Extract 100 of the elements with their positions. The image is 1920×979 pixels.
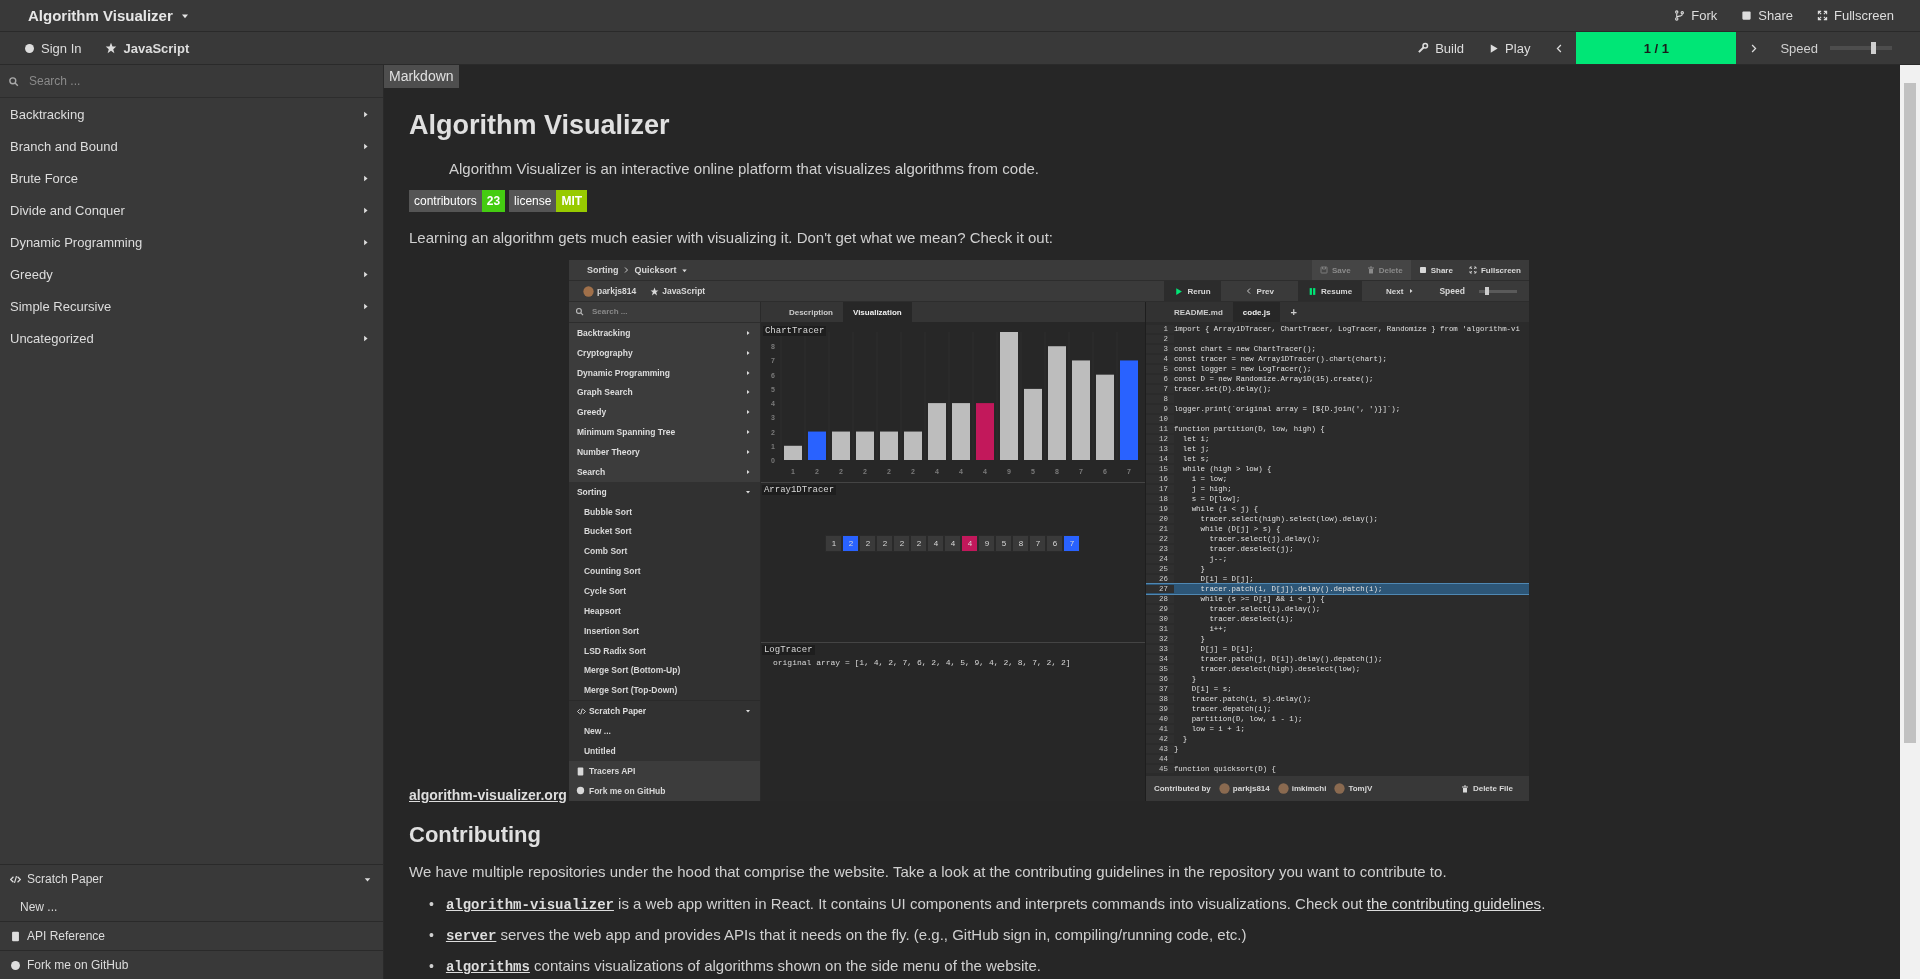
array-cell: 8: [1012, 535, 1030, 552]
view-tab[interactable]: Description: [778, 302, 843, 322]
add-tab-button[interactable]: +: [1280, 302, 1307, 322]
delete-file-button[interactable]: Delete File: [1452, 784, 1521, 793]
category-item[interactable]: Minimum Spanning Tree: [568, 422, 760, 442]
prev-button[interactable]: Prev: [1234, 281, 1284, 301]
circle-icon: [10, 959, 21, 971]
contributor[interactable]: parkjs814: [1218, 783, 1270, 794]
app-title-menu[interactable]: Algorithm Visualizer: [28, 7, 191, 24]
breadcrumb-item[interactable]: Sorting: [586, 265, 619, 275]
algorithm-item[interactable]: Counting Sort: [568, 561, 760, 582]
algorithm-item[interactable]: Cycle Sort: [568, 581, 760, 601]
category-item[interactable]: Cryptography: [568, 342, 760, 363]
file-tab[interactable]: code.js: [1232, 302, 1281, 322]
array-cell: 2: [842, 535, 860, 552]
save-icon: [1320, 266, 1328, 274]
category-item[interactable]: Backtracking: [0, 98, 383, 130]
scratch-item[interactable]: New ...: [0, 893, 383, 921]
category-item[interactable]: Search: [568, 461, 760, 482]
fullscreen-icon: [1817, 10, 1829, 21]
category-item[interactable]: Backtracking: [568, 322, 760, 343]
array-cell: 2: [910, 535, 928, 552]
fork-icon: [1674, 10, 1686, 21]
array-cell: 2: [859, 535, 877, 552]
array-cell: 2: [893, 535, 911, 552]
progress-text: 1 / 1: [1642, 39, 1671, 58]
sign-in-button[interactable]: Sign In: [0, 32, 94, 64]
speed-label: Speed: [1780, 40, 1818, 56]
rerun-button[interactable]: Rerun: [1164, 281, 1221, 301]
code-icon: [10, 873, 21, 885]
array-cell: 4: [961, 535, 979, 552]
array-cell: 4: [944, 535, 962, 552]
log-line: original array = [1, 4, 2, 7, 6, 2, 4, 5, 9, 4, 2, 8, 7, 2, 2]: [771, 657, 1072, 667]
resume-button[interactable]: Resume: [1297, 281, 1363, 301]
book-icon: [10, 930, 21, 942]
chart-title: ChartTracer: [762, 326, 827, 336]
category-item[interactable]: Dynamic Programming: [0, 226, 383, 258]
category-item[interactable]: Uncategorized: [0, 322, 383, 354]
sidebar-link[interactable]: Fork me on GitHub: [0, 951, 383, 979]
algorithm-item[interactable]: Bucket Sort: [568, 521, 760, 542]
array-cell: 2: [876, 535, 894, 552]
repo-description: algorithm-visualizer is a web app written in React. It contains UI components and interprets commands into visualizations. Check out the contributing guidelines.: [445, 894, 1546, 915]
algorithm-item[interactable]: Bubble Sort: [568, 501, 760, 522]
sidebar-link[interactable]: API Reference: [0, 922, 383, 950]
category-item[interactable]: Dynamic Programming: [568, 362, 760, 383]
section-text: We have multiple repositories under the hood that comprise the website. Take a look at the contributing guidelines in the repository you want to contribute to.: [409, 862, 1448, 882]
algorithm-item[interactable]: Comb Sort: [568, 541, 760, 562]
algorithm-item[interactable]: LSD Radix Sort: [568, 640, 760, 661]
avatar-icon: [1277, 783, 1289, 794]
fullscreen-icon: [1468, 266, 1477, 274]
language-button[interactable]: JavaScript: [93, 32, 202, 64]
next-button[interactable]: Next: [1376, 281, 1426, 301]
speed-label: Speed: [1439, 286, 1465, 296]
user-name[interactable]: parkjs814: [582, 285, 637, 297]
scrollbar[interactable]: [1900, 65, 1920, 979]
category-item[interactable]: Sorting: [568, 481, 760, 502]
algorithm-item[interactable]: Heapsort: [568, 600, 760, 621]
tracer-title: Array1DTracer: [761, 485, 837, 495]
repo-description: server serves the web app and provides APIs that it needs on the fly. (e.g., GitHub sign in, compiling/running code, etc.): [445, 925, 1247, 946]
language-label[interactable]: JavaScript: [650, 286, 706, 296]
category-item[interactable]: Graph Search: [568, 382, 760, 403]
repo-link[interactable]: algorithm-visualizer: [445, 897, 614, 913]
build-button[interactable]: Build: [1405, 32, 1477, 64]
scratch-paper-item[interactable]: Scratch Paper: [0, 865, 383, 893]
fullscreen-button[interactable]: Fullscreen: [1460, 260, 1529, 280]
array-cell: 7: [1063, 535, 1081, 552]
category-item[interactable]: Greedy: [568, 402, 760, 423]
repo-link[interactable]: algorithms: [445, 959, 530, 975]
algorithm-item[interactable]: Insertion Sort: [568, 620, 760, 641]
category-item[interactable]: Brute Force: [0, 162, 383, 194]
site-link[interactable]: algorithm-visualizer.org: [409, 786, 567, 804]
category-item[interactable]: Greedy: [0, 258, 383, 290]
fork-button[interactable]: Fork: [1662, 0, 1730, 32]
contributed-label: Contributed by: [1153, 784, 1211, 793]
file-tab[interactable]: README.md: [1163, 302, 1233, 322]
chevron-right-icon: [622, 266, 631, 274]
slider-thumb[interactable]: [1871, 42, 1877, 54]
fullscreen-button[interactable]: Fullscreen: [1805, 0, 1906, 32]
category-item[interactable]: Simple Recursive: [0, 290, 383, 322]
array-cell: 1: [825, 535, 843, 552]
repo-link[interactable]: server: [445, 928, 497, 944]
algorithm-item[interactable]: Merge Sort (Top-Down): [568, 680, 760, 701]
category-item[interactable]: Number Theory: [568, 442, 760, 462]
slider-thumb[interactable]: [1484, 287, 1489, 295]
breadcrumb-item[interactable]: Quicksort: [634, 265, 677, 275]
search-icon: [8, 75, 19, 87]
share-button[interactable]: Share: [1410, 260, 1461, 280]
algorithm-item[interactable]: Merge Sort (Bottom-Up): [568, 660, 760, 681]
circle-icon: [24, 42, 35, 54]
contributor[interactable]: TomjV: [1334, 783, 1373, 794]
search-field[interactable]: Search ...: [27, 73, 375, 89]
category-item[interactable]: Branch and Bound: [0, 130, 383, 162]
search-field[interactable]: Search ...: [589, 306, 754, 318]
view-tab[interactable]: Visualization: [842, 302, 912, 322]
contributor[interactable]: imkimchi: [1277, 783, 1327, 794]
share-button[interactable]: Share: [1729, 0, 1806, 32]
category-item[interactable]: Divide and Conquer: [0, 194, 383, 226]
play-button[interactable]: Play: [1476, 32, 1543, 64]
share-icon: [1741, 10, 1753, 21]
markdown-label: Markdown: [384, 65, 459, 88]
